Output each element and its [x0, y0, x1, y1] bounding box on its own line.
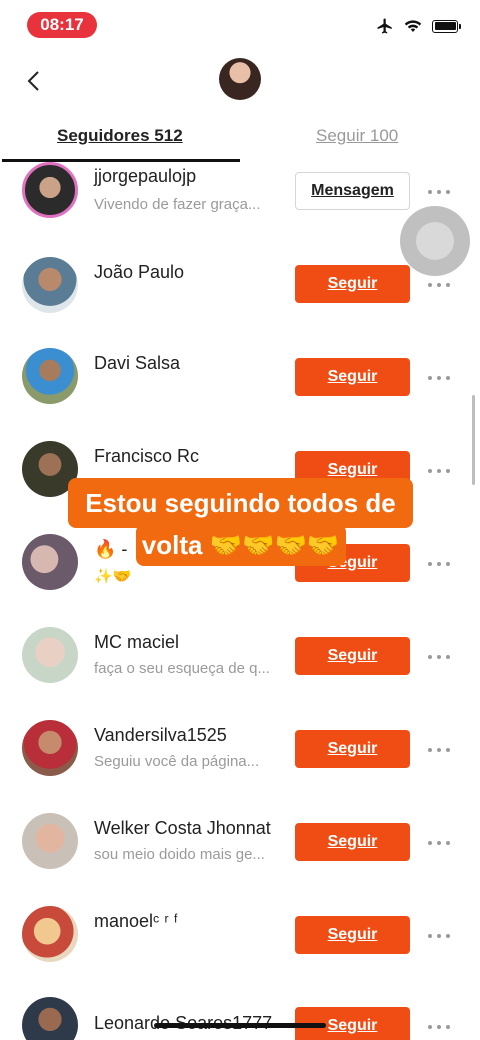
- tab-followers[interactable]: Seguidores 512: [57, 126, 183, 146]
- avatar[interactable]: [22, 720, 78, 776]
- scrollbar[interactable]: [472, 395, 475, 485]
- more-options-icon[interactable]: [428, 560, 450, 568]
- header: [0, 50, 480, 116]
- message-button[interactable]: Mensagem: [295, 172, 410, 210]
- list-item[interactable]: João Paulo Seguir: [0, 257, 480, 317]
- follow-button[interactable]: Seguir: [295, 358, 410, 396]
- user-subtitle: sou meio doido mais ge...: [94, 846, 265, 863]
- wifi-icon: [404, 20, 422, 32]
- list-item[interactable]: Vandersilva1525 Seguiu você da página...…: [0, 720, 480, 780]
- user-name[interactable]: Vandersilva1525: [94, 725, 227, 746]
- user-subtitle: Seguiu você da página...: [94, 753, 260, 770]
- user-subtitle: Vivendo de fazer graça...: [94, 196, 261, 213]
- avatar[interactable]: [22, 627, 78, 683]
- avatar[interactable]: [22, 348, 78, 404]
- caption-line-2: volta 🤝🤝🤝🤝: [135, 524, 346, 566]
- assistive-touch-button[interactable]: [400, 206, 470, 276]
- user-name[interactable]: MC maciel: [94, 632, 179, 653]
- chevron-left-icon: [27, 71, 39, 91]
- user-name[interactable]: manoelᶜ ʳ ᶠ: [94, 911, 178, 932]
- more-options-icon[interactable]: [428, 653, 450, 661]
- avatar[interactable]: [22, 813, 78, 869]
- airplane-icon: [377, 18, 392, 34]
- list-item[interactable]: jjorgepaulojp Vivendo de fazer graça... …: [0, 162, 480, 222]
- more-options-icon[interactable]: [428, 467, 450, 475]
- more-options-icon[interactable]: [428, 1023, 450, 1031]
- follow-button[interactable]: Seguir: [295, 637, 410, 675]
- list-item[interactable]: MC maciel faça o seu esqueça de q... Seg…: [0, 627, 480, 687]
- profile-avatar[interactable]: [219, 58, 261, 100]
- more-options-icon[interactable]: [428, 932, 450, 940]
- avatar[interactable]: [22, 997, 78, 1040]
- more-options-icon[interactable]: [428, 746, 450, 754]
- list-item[interactable]: manoelᶜ ʳ ᶠ Seguir: [0, 906, 480, 966]
- tab-following[interactable]: Seguir 100: [316, 126, 398, 146]
- home-indicator[interactable]: [154, 1023, 326, 1028]
- follow-button[interactable]: Seguir: [295, 916, 410, 954]
- user-subtitle: faça o seu esqueça de q...: [94, 660, 270, 677]
- avatar[interactable]: [22, 906, 78, 962]
- status-time: 08:17: [27, 12, 97, 38]
- avatar[interactable]: [22, 162, 78, 218]
- follow-button[interactable]: Seguir: [295, 265, 410, 303]
- follow-button[interactable]: Seguir: [295, 730, 410, 768]
- user-name[interactable]: Davi Salsa: [94, 353, 180, 374]
- video-caption: Estou seguindo todos de volta 🤝🤝🤝🤝: [68, 478, 413, 566]
- more-options-icon[interactable]: [428, 374, 450, 382]
- caption-line-1: Estou seguindo todos de: [68, 478, 413, 528]
- more-options-icon[interactable]: [428, 839, 450, 847]
- list-item[interactable]: Davi Salsa Seguir: [0, 348, 480, 408]
- more-options-icon[interactable]: [428, 188, 450, 196]
- user-name[interactable]: Francisco Rc: [94, 446, 199, 467]
- battery-icon: [432, 19, 461, 33]
- user-name[interactable]: Welker Costa Jhonnat: [94, 818, 271, 839]
- list-item[interactable]: Welker Costa Jhonnat sou meio doido mais…: [0, 813, 480, 873]
- more-options-icon[interactable]: [428, 281, 450, 289]
- user-subtitle: ✨🤝: [94, 568, 132, 585]
- back-button[interactable]: [18, 66, 48, 96]
- avatar[interactable]: [22, 257, 78, 313]
- user-name[interactable]: João Paulo: [94, 262, 184, 283]
- tabs: Seguidores 512 Seguir 100: [0, 116, 480, 162]
- list-item[interactable]: Leonardo Soares1777 Seguir: [0, 997, 480, 1040]
- status-icons: [376, 17, 461, 35]
- follow-button[interactable]: Seguir: [295, 823, 410, 861]
- status-bar: 08:17: [0, 0, 480, 50]
- user-name[interactable]: jjorgepaulojp: [94, 166, 196, 187]
